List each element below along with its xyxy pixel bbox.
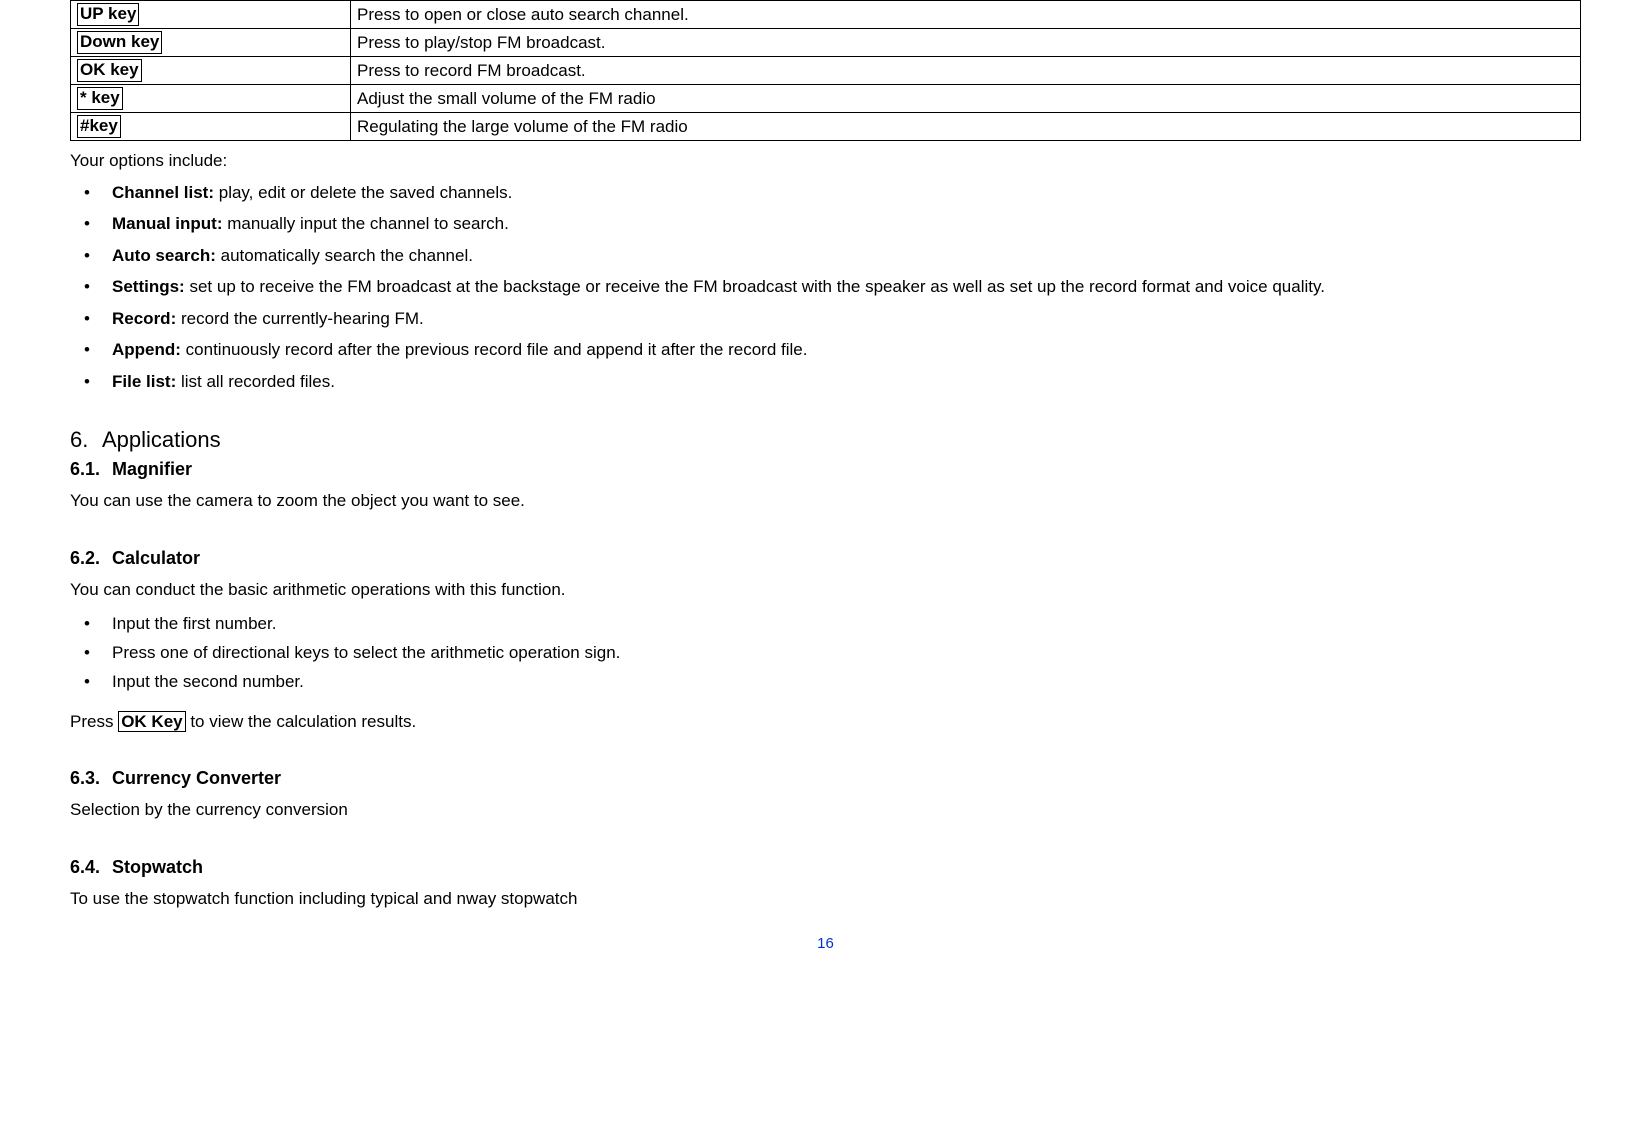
key-label: UP key <box>77 3 139 25</box>
section-6-3-heading: 6.3.Currency Converter <box>70 768 1581 789</box>
option-title: Auto search: <box>112 246 216 265</box>
key-label: OK key <box>77 59 142 81</box>
option-desc: record the currently-hearing FM. <box>176 309 424 328</box>
list-item: File list: list all recorded files. <box>70 366 1581 397</box>
option-desc: play, edit or delete the saved channels. <box>214 183 512 202</box>
table-row: Down key Press to play/stop FM broadcast. <box>71 29 1581 57</box>
key-label: * key <box>77 87 123 109</box>
key-desc: Regulating the large volume of the FM ra… <box>351 113 1581 141</box>
option-desc: set up to receive the FM broadcast at th… <box>185 277 1325 296</box>
key-function-table: UP key Press to open or close auto search… <box>70 0 1581 141</box>
section-6-4-desc: To use the stopwatch function including … <box>70 886 1581 912</box>
press-prefix: Press <box>70 712 118 731</box>
list-item: Input the second number. <box>70 668 1581 697</box>
option-title: File list: <box>112 372 176 391</box>
list-item: Settings: set up to receive the FM broad… <box>70 271 1581 302</box>
section-6-3-title: Currency Converter <box>112 768 281 788</box>
key-desc: Press to play/stop FM broadcast. <box>351 29 1581 57</box>
section-6-3-desc: Selection by the currency conversion <box>70 797 1581 823</box>
ok-key-label: OK Key <box>118 711 185 732</box>
table-row: #key Regulating the large volume of the F… <box>71 113 1581 141</box>
option-desc: list all recorded files. <box>176 372 335 391</box>
section-6-1-desc: You can use the camera to zoom the objec… <box>70 488 1581 514</box>
key-label: #key <box>77 115 121 137</box>
list-item: Press one of directional keys to select … <box>70 639 1581 668</box>
press-suffix: to view the calculation results. <box>186 712 417 731</box>
section-6-2-desc: You can conduct the basic arithmetic ope… <box>70 577 1581 603</box>
option-title: Record: <box>112 309 176 328</box>
calculator-press-line: Press OK Key to view the calculation res… <box>70 709 1581 735</box>
table-row: OK key Press to record FM broadcast. <box>71 57 1581 85</box>
list-item: Channel list: play, edit or delete the s… <box>70 177 1581 208</box>
key-cell: OK key <box>71 57 351 85</box>
calculator-steps: Input the first number.Press one of dire… <box>70 610 1581 697</box>
section-6-4-num: 6.4. <box>70 857 112 878</box>
section-6-3-num: 6.3. <box>70 768 112 789</box>
section-6-1-heading: 6.1.Magnifier <box>70 459 1581 480</box>
section-6-num: 6. <box>70 427 102 453</box>
key-desc: Adjust the small volume of the FM radio <box>351 85 1581 113</box>
section-6-2-title: Calculator <box>112 548 200 568</box>
key-cell: Down key <box>71 29 351 57</box>
section-6-2-heading: 6.2.Calculator <box>70 548 1581 569</box>
list-item: Append: continuously record after the pr… <box>70 334 1581 365</box>
key-cell: #key <box>71 113 351 141</box>
option-title: Append: <box>112 340 181 359</box>
key-desc: Press to open or close auto search chann… <box>351 1 1581 29</box>
section-6-4-heading: 6.4.Stopwatch <box>70 857 1581 878</box>
section-6-heading: 6.Applications <box>70 427 1581 453</box>
list-item: Auto search: automatically search the ch… <box>70 240 1581 271</box>
key-cell: UP key <box>71 1 351 29</box>
section-6-title: Applications <box>102 427 221 452</box>
page-number: 16 <box>70 935 1581 952</box>
option-title: Manual input: <box>112 214 222 233</box>
option-title: Channel list: <box>112 183 214 202</box>
section-6-4-title: Stopwatch <box>112 857 203 877</box>
list-item: Manual input: manually input the channel… <box>70 208 1581 239</box>
table-row: UP key Press to open or close auto search… <box>71 1 1581 29</box>
option-desc: continuously record after the previous r… <box>181 340 808 359</box>
options-intro: Your options include: <box>70 151 1581 171</box>
list-item: Input the first number. <box>70 610 1581 639</box>
section-6-2-num: 6.2. <box>70 548 112 569</box>
section-6-1-num: 6.1. <box>70 459 112 480</box>
option-title: Settings: <box>112 277 185 296</box>
key-label: Down key <box>77 31 162 53</box>
key-cell: * key <box>71 85 351 113</box>
key-desc: Press to record FM broadcast. <box>351 57 1581 85</box>
table-row: * key Adjust the small volume of the FM r… <box>71 85 1581 113</box>
list-item: Record: record the currently-hearing FM. <box>70 303 1581 334</box>
options-list: Channel list: play, edit or delete the s… <box>70 177 1581 397</box>
option-desc: manually input the channel to search. <box>222 214 508 233</box>
section-6-1-title: Magnifier <box>112 459 192 479</box>
option-desc: automatically search the channel. <box>216 246 473 265</box>
